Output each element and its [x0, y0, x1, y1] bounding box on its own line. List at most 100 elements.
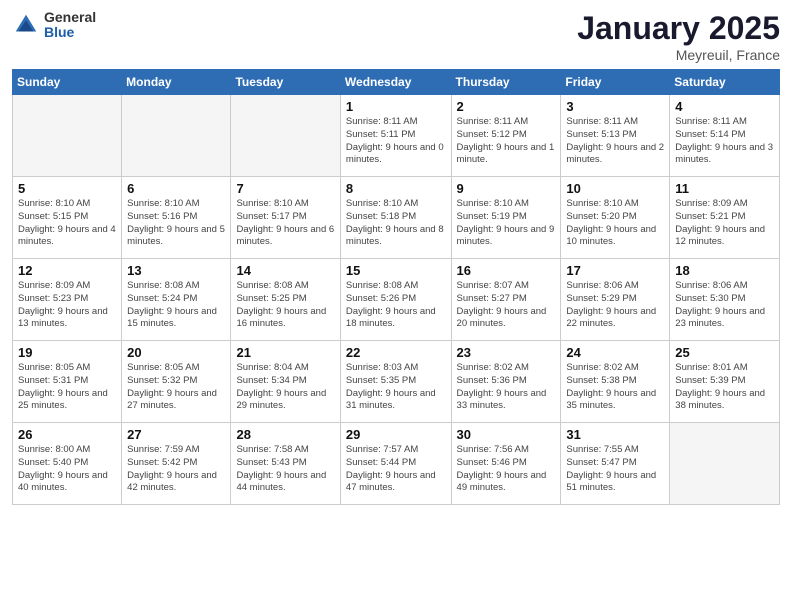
daylight: Daylight: 9 hours and 22 minutes.: [566, 306, 656, 330]
day-number: 21: [236, 345, 334, 360]
day-cell: 2 Sunrise: 8:11 AM Sunset: 5:12 PM Dayli…: [451, 95, 561, 177]
sunrise: Sunrise: 8:11 AM: [457, 116, 529, 127]
header-saturday: Saturday: [670, 70, 780, 95]
day-number: 3: [566, 99, 664, 114]
sunset: Sunset: 5:11 PM: [346, 129, 416, 140]
sunset: Sunset: 5:12 PM: [457, 129, 527, 140]
sunrise: Sunrise: 8:02 AM: [566, 362, 638, 373]
daylight: Daylight: 9 hours and 1 minute.: [457, 142, 555, 166]
sunrise: Sunrise: 8:03 AM: [346, 362, 418, 373]
sunrise: Sunrise: 8:08 AM: [346, 280, 418, 291]
daylight: Daylight: 9 hours and 51 minutes.: [566, 470, 656, 494]
sunset: Sunset: 5:32 PM: [127, 375, 197, 386]
daylight: Daylight: 9 hours and 49 minutes.: [457, 470, 547, 494]
day-cell: 15 Sunrise: 8:08 AM Sunset: 5:26 PM Dayl…: [340, 259, 451, 341]
sunset: Sunset: 5:13 PM: [566, 129, 636, 140]
day-cell: 25 Sunrise: 8:01 AM Sunset: 5:39 PM Dayl…: [670, 341, 780, 423]
day-cell: [13, 95, 122, 177]
day-cell: 7 Sunrise: 8:10 AM Sunset: 5:17 PM Dayli…: [231, 177, 340, 259]
sunset: Sunset: 5:15 PM: [18, 211, 88, 222]
day-cell: 19 Sunrise: 8:05 AM Sunset: 5:31 PM Dayl…: [13, 341, 122, 423]
day-number: 18: [675, 263, 774, 278]
day-info: Sunrise: 8:10 AM Sunset: 5:19 PM Dayligh…: [457, 198, 556, 249]
day-cell: 14 Sunrise: 8:08 AM Sunset: 5:25 PM Dayl…: [231, 259, 340, 341]
daylight: Daylight: 9 hours and 5 minutes.: [127, 224, 225, 248]
daylight: Daylight: 9 hours and 13 minutes.: [18, 306, 108, 330]
day-cell: 21 Sunrise: 8:04 AM Sunset: 5:34 PM Dayl…: [231, 341, 340, 423]
week-row-3: 12 Sunrise: 8:09 AM Sunset: 5:23 PM Dayl…: [13, 259, 780, 341]
daylight: Daylight: 9 hours and 42 minutes.: [127, 470, 217, 494]
week-row-5: 26 Sunrise: 8:00 AM Sunset: 5:40 PM Dayl…: [13, 423, 780, 505]
day-number: 17: [566, 263, 664, 278]
daylight: Daylight: 9 hours and 35 minutes.: [566, 388, 656, 412]
day-number: 25: [675, 345, 774, 360]
daylight: Daylight: 9 hours and 40 minutes.: [18, 470, 108, 494]
daylight: Daylight: 9 hours and 15 minutes.: [127, 306, 217, 330]
day-cell: 28 Sunrise: 7:58 AM Sunset: 5:43 PM Dayl…: [231, 423, 340, 505]
day-cell: 10 Sunrise: 8:10 AM Sunset: 5:20 PM Dayl…: [561, 177, 670, 259]
daylight: Daylight: 9 hours and 44 minutes.: [236, 470, 326, 494]
calendar-table: Sunday Monday Tuesday Wednesday Thursday…: [12, 69, 780, 505]
daylight: Daylight: 9 hours and 12 minutes.: [675, 224, 765, 248]
logo-general: General: [44, 10, 96, 25]
sunrise: Sunrise: 8:02 AM: [457, 362, 529, 373]
sunrise: Sunrise: 8:05 AM: [18, 362, 90, 373]
header: General Blue January 2025 Meyreuil, Fran…: [12, 10, 780, 63]
day-number: 28: [236, 427, 334, 442]
day-cell: [231, 95, 340, 177]
day-number: 14: [236, 263, 334, 278]
day-number: 20: [127, 345, 225, 360]
day-cell: 1 Sunrise: 8:11 AM Sunset: 5:11 PM Dayli…: [340, 95, 451, 177]
week-row-4: 19 Sunrise: 8:05 AM Sunset: 5:31 PM Dayl…: [13, 341, 780, 423]
day-info: Sunrise: 7:55 AM Sunset: 5:47 PM Dayligh…: [566, 444, 664, 495]
sunrise: Sunrise: 8:10 AM: [457, 198, 529, 209]
logo-blue: Blue: [44, 25, 96, 40]
day-info: Sunrise: 8:02 AM Sunset: 5:36 PM Dayligh…: [457, 362, 556, 413]
weekday-header-row: Sunday Monday Tuesday Wednesday Thursday…: [13, 70, 780, 95]
sunset: Sunset: 5:19 PM: [457, 211, 527, 222]
daylight: Daylight: 9 hours and 9 minutes.: [457, 224, 555, 248]
daylight: Daylight: 9 hours and 10 minutes.: [566, 224, 656, 248]
sunset: Sunset: 5:16 PM: [127, 211, 197, 222]
day-number: 30: [457, 427, 556, 442]
header-wednesday: Wednesday: [340, 70, 451, 95]
sunset: Sunset: 5:27 PM: [457, 293, 527, 304]
header-sunday: Sunday: [13, 70, 122, 95]
header-thursday: Thursday: [451, 70, 561, 95]
day-info: Sunrise: 8:07 AM Sunset: 5:27 PM Dayligh…: [457, 280, 556, 331]
day-cell: 12 Sunrise: 8:09 AM Sunset: 5:23 PM Dayl…: [13, 259, 122, 341]
day-cell: 31 Sunrise: 7:55 AM Sunset: 5:47 PM Dayl…: [561, 423, 670, 505]
daylight: Daylight: 9 hours and 31 minutes.: [346, 388, 436, 412]
sunrise: Sunrise: 8:10 AM: [18, 198, 90, 209]
logo-icon: [12, 11, 40, 39]
sunset: Sunset: 5:36 PM: [457, 375, 527, 386]
day-number: 7: [236, 181, 334, 196]
day-number: 31: [566, 427, 664, 442]
sunrise: Sunrise: 8:01 AM: [675, 362, 747, 373]
day-info: Sunrise: 8:03 AM Sunset: 5:35 PM Dayligh…: [346, 362, 446, 413]
day-cell: 26 Sunrise: 8:00 AM Sunset: 5:40 PM Dayl…: [13, 423, 122, 505]
sunrise: Sunrise: 8:04 AM: [236, 362, 308, 373]
day-cell: 13 Sunrise: 8:08 AM Sunset: 5:24 PM Dayl…: [122, 259, 231, 341]
day-info: Sunrise: 8:10 AM Sunset: 5:16 PM Dayligh…: [127, 198, 225, 249]
daylight: Daylight: 9 hours and 2 minutes.: [566, 142, 664, 166]
sunrise: Sunrise: 8:05 AM: [127, 362, 199, 373]
day-cell: 29 Sunrise: 7:57 AM Sunset: 5:44 PM Dayl…: [340, 423, 451, 505]
day-cell: 23 Sunrise: 8:02 AM Sunset: 5:36 PM Dayl…: [451, 341, 561, 423]
day-info: Sunrise: 8:10 AM Sunset: 5:20 PM Dayligh…: [566, 198, 664, 249]
daylight: Daylight: 9 hours and 47 minutes.: [346, 470, 436, 494]
calendar-subtitle: Meyreuil, France: [577, 47, 780, 63]
sunset: Sunset: 5:26 PM: [346, 293, 416, 304]
day-cell: 16 Sunrise: 8:07 AM Sunset: 5:27 PM Dayl…: [451, 259, 561, 341]
day-info: Sunrise: 7:57 AM Sunset: 5:44 PM Dayligh…: [346, 444, 446, 495]
day-cell: 22 Sunrise: 8:03 AM Sunset: 5:35 PM Dayl…: [340, 341, 451, 423]
day-info: Sunrise: 8:10 AM Sunset: 5:17 PM Dayligh…: [236, 198, 334, 249]
day-cell: 30 Sunrise: 7:56 AM Sunset: 5:46 PM Dayl…: [451, 423, 561, 505]
sunset: Sunset: 5:14 PM: [675, 129, 745, 140]
week-row-2: 5 Sunrise: 8:10 AM Sunset: 5:15 PM Dayli…: [13, 177, 780, 259]
header-friday: Friday: [561, 70, 670, 95]
day-cell: 18 Sunrise: 8:06 AM Sunset: 5:30 PM Dayl…: [670, 259, 780, 341]
daylight: Daylight: 9 hours and 33 minutes.: [457, 388, 547, 412]
daylight: Daylight: 9 hours and 38 minutes.: [675, 388, 765, 412]
sunrise: Sunrise: 8:00 AM: [18, 444, 90, 455]
